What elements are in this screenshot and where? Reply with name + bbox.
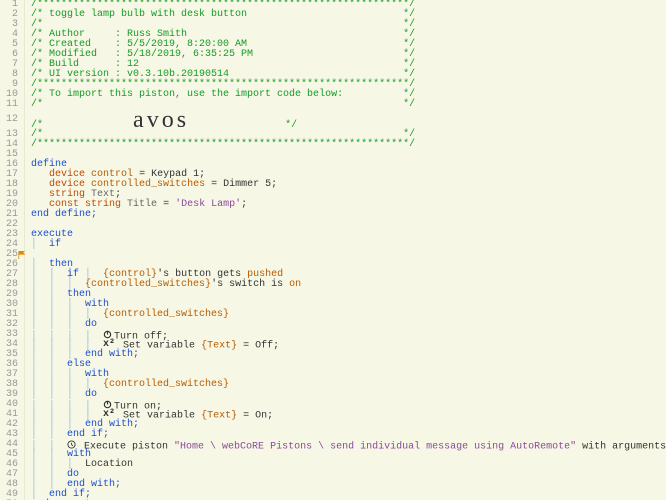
device-ref: {controlled_switches} [85, 279, 211, 290]
var-title: Title [127, 199, 157, 210]
code-area[interactable]: /***************************************… [25, 0, 666, 500]
code-editor: 1234567891011121314151617181920212223242… [0, 0, 666, 500]
kw-do: do [85, 389, 97, 400]
kw-end-define: end define; [31, 209, 97, 220]
kw-end-if: end if; [67, 429, 109, 440]
with-target: {controlled_switches} [103, 309, 229, 320]
line-number: 11 [6, 100, 18, 110]
location-target: Location [85, 459, 133, 470]
kw-do: do [85, 319, 97, 330]
comment: /* */ [31, 99, 415, 110]
with-target: {controlled_switches} [103, 379, 229, 390]
comment-rule: /***************************************… [31, 139, 415, 150]
kw-end-with: end with; [85, 349, 139, 360]
kw-if: if [49, 239, 61, 250]
line-number: 12 [6, 110, 18, 130]
flag-icon [17, 250, 27, 260]
